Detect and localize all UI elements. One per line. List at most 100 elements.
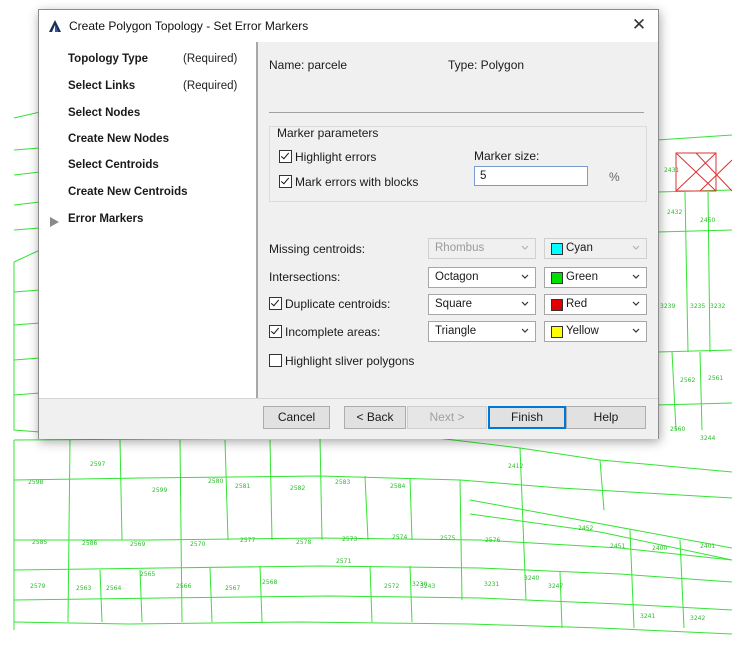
help-button[interactable]: Help (566, 406, 646, 429)
nav-create-new-centroids[interactable]: Create New Centroids (68, 186, 188, 198)
parcel-label: 2564 (106, 585, 121, 592)
parcel-label: 2451 (610, 543, 625, 550)
intersections-color-value: Green (566, 271, 598, 283)
parcel-label: 3235 (690, 303, 705, 310)
parcel-label: 2432 (667, 209, 682, 216)
nav-create-new-nodes[interactable]: Create New Nodes (68, 133, 169, 145)
parcel-label: 2599 (152, 487, 167, 494)
parcel-label: 2585 (32, 539, 47, 546)
chevron-down-icon (632, 274, 640, 279)
chevron-down-icon (632, 328, 640, 333)
parcel-label: 2571 (336, 558, 351, 565)
current-step-arrow-icon (50, 217, 59, 227)
missing-centroids-shape-value: Rhombus (435, 242, 485, 254)
intersections-shape-value: Octagon (435, 271, 479, 283)
parcel-label: 3239 (660, 303, 675, 310)
parcel-label: 2561 (708, 375, 723, 382)
topology-type: Type: Polygon (448, 58, 525, 72)
duplicate-centroids-shape-value: Square (435, 298, 473, 310)
nav-select-links-required: (Required) (183, 80, 238, 92)
parcel-label: 2452 (578, 525, 593, 532)
finish-button[interactable]: Finish (488, 406, 566, 429)
highlight-sliver-label: Highlight sliver polygons (285, 354, 415, 368)
chevron-down-icon (521, 301, 529, 306)
parcel-label: 2563 (76, 585, 91, 592)
parcel-label: 2598 (28, 479, 43, 486)
parcel-label: 2574 (392, 534, 407, 541)
parcel-label: 3243 (420, 583, 435, 590)
parcel-label: 2583 (335, 479, 350, 486)
intersections-shape-select[interactable]: Octagon (428, 267, 536, 288)
missing-centroids-color-value: Cyan (566, 242, 593, 254)
duplicate-centroids-shape-select[interactable]: Square (428, 294, 536, 315)
next-button[interactable]: Next > (407, 406, 487, 429)
dialog-title: Create Polygon Topology - Set Error Mark… (69, 19, 309, 33)
cancel-button[interactable]: Cancel (263, 406, 330, 429)
nav-topology-type[interactable]: Topology Type (68, 53, 148, 65)
duplicate-centroids-label: Duplicate centroids: (285, 297, 391, 311)
chevron-down-icon (521, 274, 529, 279)
duplicate-centroids-color-value: Red (566, 298, 588, 310)
chevron-down-icon (632, 245, 640, 250)
parcel-label: 2562 (680, 377, 695, 384)
parcel-label: 2582 (290, 485, 305, 492)
chevron-down-icon (521, 245, 529, 250)
parcel-label: 2578 (296, 539, 311, 546)
parcel-label: 3242 (690, 615, 705, 622)
marker-size-input[interactable]: 5 (474, 166, 588, 186)
marker-size-unit: % (609, 170, 620, 184)
incomplete-areas-color-value: Yellow (566, 325, 599, 337)
parcel-label: 2412 (508, 463, 523, 470)
parcel-label: 2581 (235, 483, 250, 490)
missing-centroids-color-select[interactable]: Cyan (544, 238, 647, 259)
highlight-errors-label: Highlight errors (295, 150, 377, 164)
highlight-errors-checkbox[interactable] (279, 150, 292, 163)
close-icon[interactable]: ✕ (628, 14, 650, 36)
chevron-down-icon (632, 301, 640, 306)
red-swatch (551, 299, 563, 311)
incomplete-areas-color-select[interactable]: Yellow (544, 321, 647, 342)
duplicate-centroids-checkbox[interactable] (269, 297, 282, 310)
parcel-label: 2573 (342, 536, 357, 543)
marker-parameters-label: Marker parameters (277, 126, 379, 140)
back-button[interactable]: < Back (344, 406, 406, 429)
parcel-label: 2566 (176, 583, 191, 590)
highlight-sliver-checkbox[interactable] (269, 354, 282, 367)
parcel-label: 2584 (390, 483, 405, 490)
cyan-swatch (551, 243, 563, 255)
parcel-label: 2575 (440, 535, 455, 542)
parcel-label: 3231 (484, 581, 499, 588)
parcel-label: 2450 (700, 217, 715, 224)
parcel-label: 2579 (30, 583, 45, 590)
parcel-label: 2586 (82, 540, 97, 547)
nav-select-nodes[interactable]: Select Nodes (68, 107, 140, 119)
incomplete-areas-shape-select[interactable]: Triangle (428, 321, 536, 342)
parcel-label: 2560 (670, 426, 685, 433)
incomplete-areas-checkbox[interactable] (269, 325, 282, 338)
parcel-label: 3232 (710, 303, 725, 310)
parcel-label: 2568 (262, 579, 277, 586)
mark-with-blocks-checkbox[interactable] (279, 175, 292, 188)
intersections-color-select[interactable]: Green (544, 267, 647, 288)
incomplete-areas-shape-value: Triangle (435, 325, 477, 337)
intersections-label: Intersections: (269, 270, 341, 284)
parcel-label: 2567 (225, 585, 240, 592)
nav-select-centroids[interactable]: Select Centroids (68, 159, 159, 171)
yellow-swatch (551, 326, 563, 338)
duplicate-centroids-color-select[interactable]: Red (544, 294, 647, 315)
parcel-label: 3241 (640, 613, 655, 620)
autocad-app-icon (49, 20, 61, 32)
separator (269, 112, 644, 113)
missing-centroids-label: Missing centroids: (269, 242, 366, 256)
parcel-label: 2401 (700, 543, 715, 550)
parcel-label: 3240 (524, 575, 539, 582)
nav-error-markers[interactable]: Error Markers (68, 213, 143, 225)
parcel-label: 2572 (384, 583, 399, 590)
green-swatch (551, 272, 563, 284)
parcel-label: 2597 (90, 461, 105, 468)
incomplete-areas-label: Incomplete areas: (285, 325, 381, 339)
parcel-label: 2570 (190, 541, 205, 548)
missing-centroids-shape-select[interactable]: Rhombus (428, 238, 536, 259)
parcel-label: 2577 (240, 537, 255, 544)
nav-select-links[interactable]: Select Links (68, 80, 135, 92)
